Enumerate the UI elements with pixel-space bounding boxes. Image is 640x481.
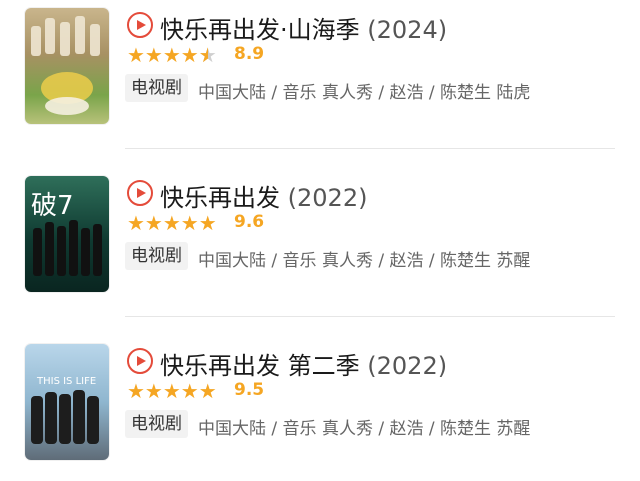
year-text: (2022) bbox=[287, 184, 368, 212]
score-text: 8.9 bbox=[234, 44, 265, 64]
svg-text:THIS IS LIFE: THIS IS LIFE bbox=[36, 376, 96, 387]
category-tag: 电视剧 bbox=[125, 242, 188, 270]
poster-image[interactable] bbox=[25, 8, 109, 124]
category-tag: 电视剧 bbox=[125, 74, 188, 102]
title-text: 快乐再出发·山海季 bbox=[160, 16, 360, 44]
play-icon[interactable] bbox=[127, 180, 153, 206]
meta-text: 中国大陆 / 音乐 真人秀 / 赵浩 / 陈楚生 苏醒 bbox=[198, 419, 531, 439]
star-rating: ★★★★★ bbox=[127, 211, 217, 235]
divider bbox=[125, 148, 615, 149]
meta-text: 中国大陆 / 音乐 真人秀 / 赵浩 / 陈楚生 陆虎 bbox=[198, 83, 531, 103]
year-text: (2024) bbox=[367, 16, 448, 44]
show-title[interactable]: 快乐再出发·山海季 (2024) bbox=[160, 10, 447, 45]
show-title[interactable]: 快乐再出发 (2022) bbox=[160, 178, 367, 213]
svg-text:破7: 破7 bbox=[31, 191, 74, 221]
list-item[interactable]: 破7 快乐再出发 (2022) ★★★★★ 9.6 电视剧 中国大陆 / 音乐 … bbox=[0, 168, 640, 313]
year-text: (2022) bbox=[367, 352, 448, 380]
title-text: 快乐再出发 bbox=[160, 184, 280, 212]
title-text: 快乐再出发 第二季 bbox=[160, 352, 360, 380]
star-rating: ★★★★★★ bbox=[127, 43, 217, 67]
list-item[interactable]: 快乐再出发·山海季 (2024) ★★★★★★ 8.9 电视剧 中国大陆 / 音… bbox=[0, 0, 640, 145]
play-icon[interactable] bbox=[127, 348, 153, 374]
poster-image[interactable]: 破7 bbox=[25, 176, 109, 292]
divider bbox=[125, 316, 615, 317]
score-text: 9.5 bbox=[234, 380, 265, 400]
poster-image[interactable]: THIS IS LIFE bbox=[25, 344, 109, 460]
list-item[interactable]: THIS IS LIFE 快乐再出发 第二季 (2022) ★★★★★ 9.5 … bbox=[0, 336, 640, 481]
star-rating: ★★★★★ bbox=[127, 379, 217, 403]
show-title[interactable]: 快乐再出发 第二季 (2022) bbox=[160, 346, 447, 381]
play-icon[interactable] bbox=[127, 12, 153, 38]
score-text: 9.6 bbox=[234, 212, 265, 232]
meta-text: 中国大陆 / 音乐 真人秀 / 赵浩 / 陈楚生 苏醒 bbox=[198, 251, 531, 271]
category-tag: 电视剧 bbox=[125, 410, 188, 438]
